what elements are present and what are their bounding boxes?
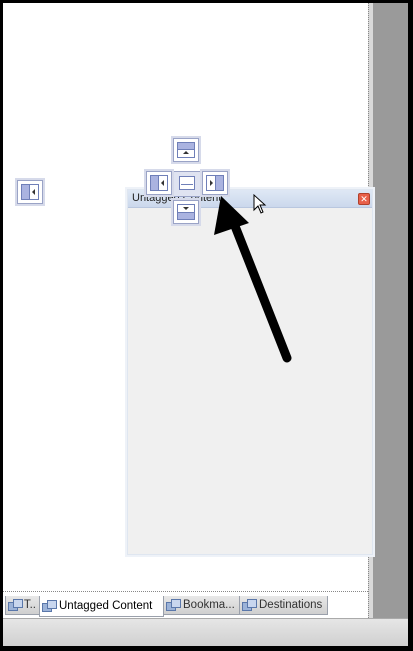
tab-destinations[interactable]: Destinations (239, 596, 328, 615)
mouse-cursor-icon (253, 194, 267, 214)
dock-bottom-button[interactable] (173, 200, 199, 224)
dock-right-glyph (206, 175, 224, 191)
panel-tab-icon (42, 600, 57, 612)
close-icon[interactable]: ✕ (358, 193, 370, 205)
panel-tab-icon (8, 599, 23, 611)
bottom-dock-edge (3, 591, 368, 592)
tab-tags[interactable]: T.. (5, 596, 40, 615)
dock-far-left-glyph (21, 184, 39, 200)
dock-far-left-button[interactable] (17, 180, 43, 204)
dock-bottom-glyph (177, 204, 195, 220)
panel-tab-strip: T.. Untagged Content Bookma... Destinati… (5, 596, 328, 617)
panel-tab-icon (166, 599, 181, 611)
dock-compass (141, 138, 231, 228)
panel-tab-icon (242, 599, 257, 611)
untagged-content-panel: Untagged Content ✕ (127, 189, 373, 555)
dock-right-button[interactable] (202, 171, 228, 195)
window-frame: Untagged Content ✕ T.. Untagged Content … (3, 3, 408, 646)
dock-top-glyph (177, 142, 195, 158)
right-gutter (373, 3, 408, 618)
dock-center-button[interactable] (173, 171, 201, 197)
tab-label: T.. (23, 599, 36, 611)
tab-label: Untagged Content (59, 600, 153, 612)
status-strip (3, 618, 408, 646)
tab-bookmarks[interactable]: Bookma... (163, 596, 240, 615)
dock-left-button[interactable] (146, 171, 172, 195)
tab-label: Destinations (259, 599, 323, 611)
dock-top-button[interactable] (173, 138, 199, 162)
tab-untagged-content[interactable]: Untagged Content (39, 596, 164, 617)
dock-left-glyph (150, 175, 168, 191)
tab-label: Bookma... (183, 599, 235, 611)
